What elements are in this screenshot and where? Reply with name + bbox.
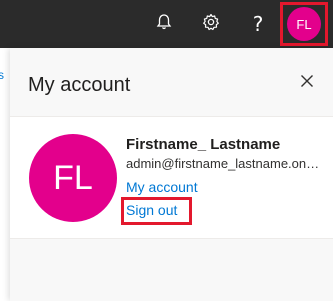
- panel-title: My account: [28, 74, 131, 96]
- user-email: admin@firstname_lastname.onmicrosoft.com: [126, 156, 326, 171]
- close-button[interactable]: [294, 70, 320, 96]
- sign-out-link[interactable]: Sign out: [126, 202, 177, 218]
- account-manager-button[interactable]: FL: [280, 2, 328, 46]
- user-name: Firstname_ Lastname: [126, 136, 281, 153]
- account-panel: My account FL Firstname_ Lastname admin@…: [10, 48, 333, 301]
- help-button[interactable]: ?: [236, 0, 280, 48]
- top-bar: ? FL: [0, 0, 333, 48]
- underlying-link-text: s: [0, 68, 4, 82]
- underlying-page: s: [0, 48, 10, 301]
- help-icon: ?: [252, 12, 264, 36]
- settings-button[interactable]: [189, 0, 233, 48]
- gear-icon: [202, 13, 220, 36]
- close-icon: [300, 74, 314, 93]
- bell-icon: [156, 13, 172, 36]
- page: ? FL s My account FL Firstname_ Lastname…: [0, 0, 333, 301]
- user-avatar: FL: [29, 134, 117, 222]
- avatar: FL: [287, 7, 321, 41]
- notifications-button[interactable]: [142, 0, 186, 48]
- my-account-link[interactable]: My account: [126, 179, 198, 195]
- user-card: FL Firstname_ Lastname admin@firstname_l…: [10, 116, 333, 239]
